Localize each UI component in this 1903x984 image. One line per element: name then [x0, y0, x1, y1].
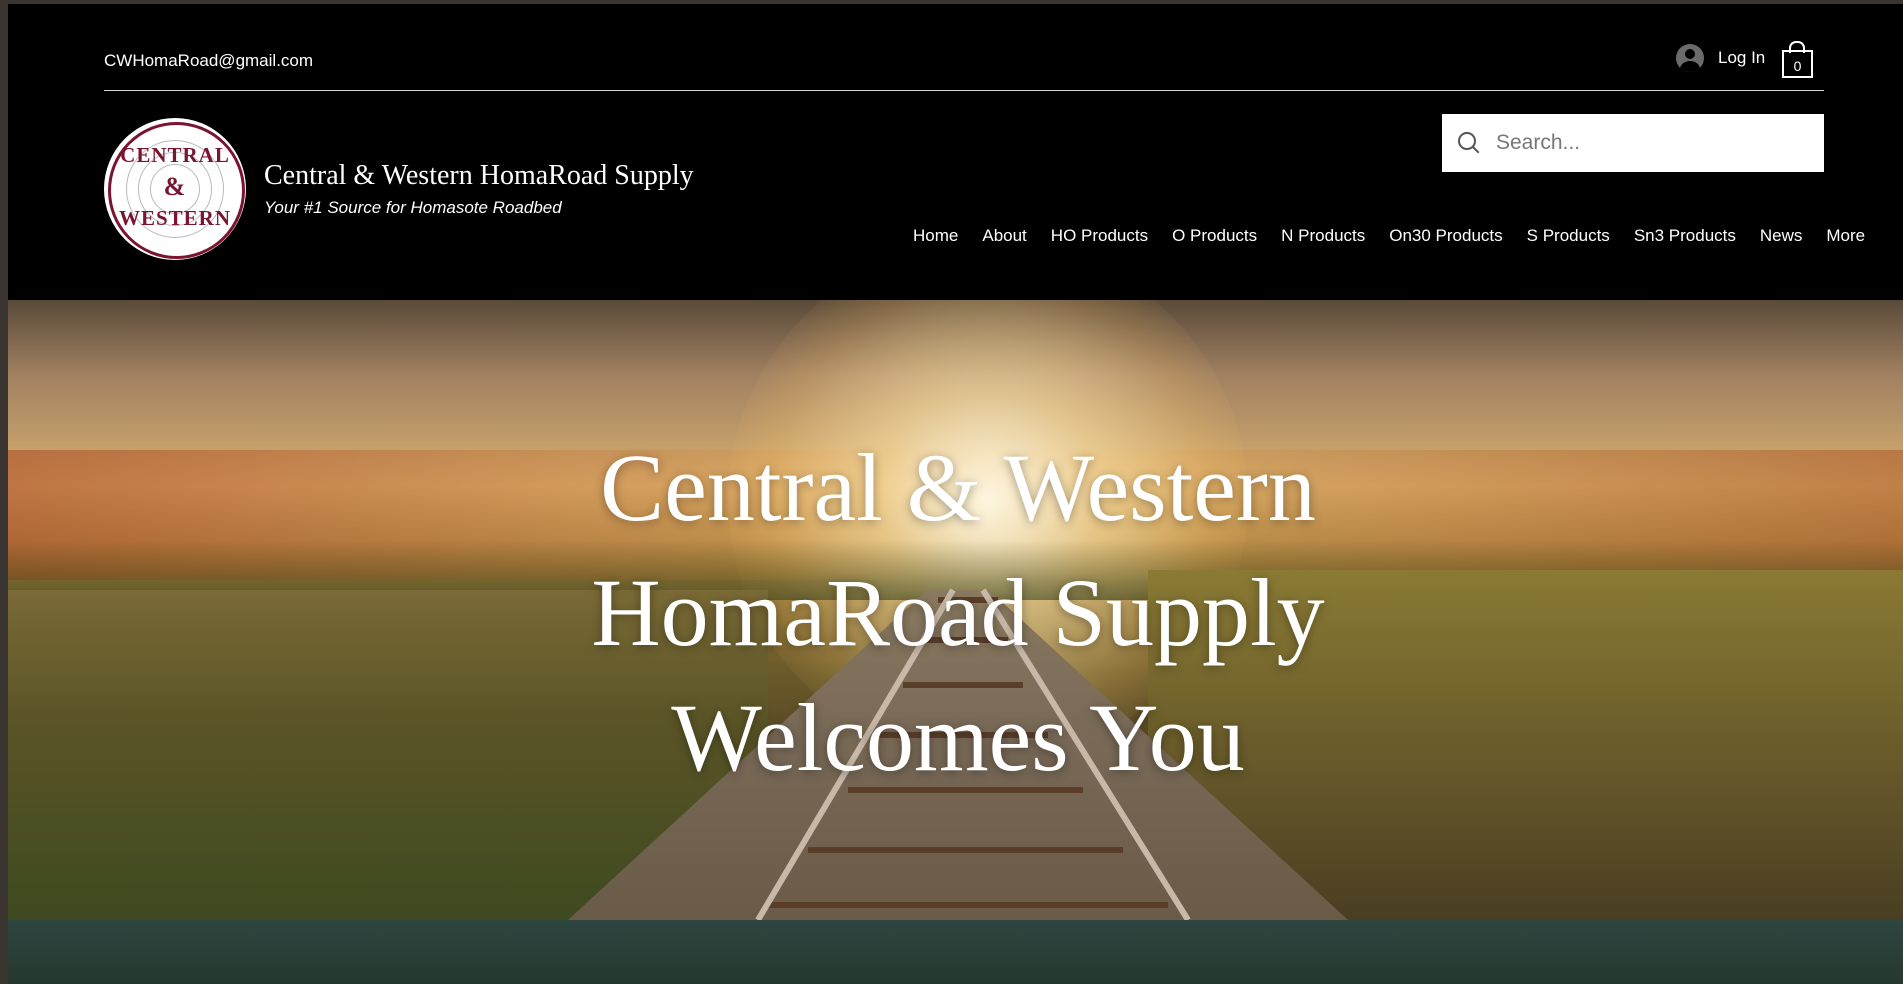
logo-text-western: WESTERN: [118, 206, 232, 230]
contact-email[interactable]: CWHomaRoad@gmail.com: [104, 51, 313, 71]
header-divider: [104, 90, 1824, 91]
hero-title-line-1: Central & Western: [600, 434, 1316, 541]
site-tagline: Your #1 Source for Homasote Roadbed: [264, 198, 562, 217]
nav-about[interactable]: About: [982, 226, 1026, 246]
avatar-icon: [1676, 44, 1704, 72]
main-nav: Home About HO Products O Products N Prod…: [913, 226, 1889, 246]
hero-banner: Central & Western HomaRoad Supply Welcom…: [8, 300, 1903, 920]
logo-text-ampersand: &: [163, 172, 187, 201]
nav-sn3-products[interactable]: Sn3 Products: [1634, 226, 1736, 246]
search-icon: [1458, 132, 1480, 154]
logo-text-central: CENTRAL: [120, 143, 230, 167]
cart-count: 0: [1793, 58, 1802, 74]
nav-ho-products[interactable]: HO Products: [1051, 226, 1148, 246]
login-label: Log In: [1718, 48, 1766, 67]
hero-title-line-2: HomaRoad Supply: [591, 559, 1325, 666]
hero-title: Central & Western HomaRoad Supply Welcom…: [458, 425, 1458, 800]
nav-more[interactable]: More: [1826, 226, 1865, 246]
site-header: CWHomaRoad@gmail.com Log In 0 CENTRAL & …: [8, 4, 1903, 300]
nav-home[interactable]: Home: [913, 226, 958, 246]
nav-n-products[interactable]: N Products: [1281, 226, 1365, 246]
site-title[interactable]: Central & Western HomaRoad Supply: [264, 160, 694, 192]
content-section-band: [8, 920, 1903, 984]
nav-news[interactable]: News: [1760, 226, 1803, 246]
search-box[interactable]: [1442, 114, 1824, 172]
nav-on30-products[interactable]: On30 Products: [1389, 226, 1502, 246]
search-input[interactable]: [1494, 130, 1798, 156]
cart-icon[interactable]: 0: [1780, 40, 1814, 80]
nav-s-products[interactable]: S Products: [1527, 226, 1610, 246]
login-button[interactable]: Log In: [1676, 44, 1765, 72]
hero-title-line-3: Welcomes You: [671, 684, 1245, 791]
nav-o-products[interactable]: O Products: [1172, 226, 1257, 246]
page: CWHomaRoad@gmail.com Log In 0 CENTRAL & …: [8, 4, 1903, 984]
site-logo[interactable]: CENTRAL & WESTERN: [104, 118, 246, 260]
